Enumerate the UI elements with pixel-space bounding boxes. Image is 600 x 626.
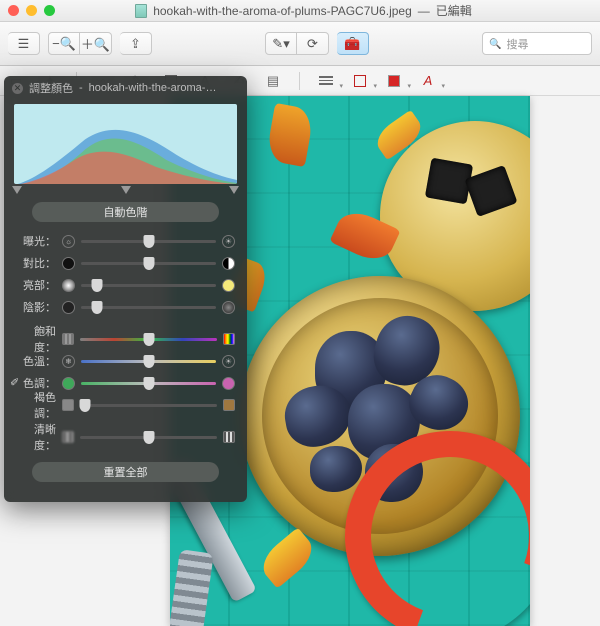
- adjust-color-panel: ✕ 調整顏色 - hookah-with-the-aroma-of-plums-…: [4, 76, 247, 502]
- panel-title-prefix: 調整顏色: [29, 80, 73, 96]
- saturation-high-icon: [223, 333, 235, 345]
- search-placeholder: 搜尋: [506, 36, 528, 52]
- levels-white-point[interactable]: [229, 186, 239, 194]
- window-filename: hookah-with-the-aroma-of-plums-PAGC7U6.j…: [153, 4, 412, 18]
- highlights-low-icon: [62, 279, 75, 292]
- sharpness-low-icon: [62, 431, 74, 443]
- temperature-high-icon: ☀: [222, 355, 235, 368]
- stroke-color-icon: [354, 75, 366, 87]
- document-icon: [135, 4, 147, 18]
- main-toolbar: ☰ −🔍 ＋🔍 ⇪ ✎ ▾ ⟳ 🧰 搜尋: [0, 22, 600, 66]
- exposure-slider-row: 曝光： ☼ ☀: [4, 230, 247, 252]
- text-style-button[interactable]: A: [418, 71, 438, 91]
- contrast-slider[interactable]: [81, 262, 216, 265]
- saturation-slider[interactable]: [80, 338, 217, 341]
- saturation-low-icon: [62, 333, 74, 345]
- pencil-icon: ✎: [272, 36, 283, 52]
- search-icon: [489, 38, 501, 50]
- zoom-in-button[interactable]: ＋🔍: [80, 32, 112, 55]
- fill-color-icon: [388, 75, 400, 87]
- shadows-low-icon: [62, 301, 75, 314]
- auto-levels-button[interactable]: 自動色階: [32, 202, 219, 222]
- tint-low-icon: [62, 377, 75, 390]
- border-color-button[interactable]: [350, 71, 370, 91]
- line-style-button[interactable]: [316, 71, 336, 91]
- highlights-high-icon: [222, 279, 235, 292]
- panel-title-file: hookah-with-the-aroma-of-plums-PAGC7U...: [89, 82, 219, 94]
- temperature-slider-row: 色溫： ❄ ☀: [4, 350, 247, 372]
- histogram: [14, 104, 237, 184]
- sun-bright-icon: ☀: [222, 235, 235, 248]
- sharpness-slider[interactable]: [80, 436, 217, 439]
- fill-color-button[interactable]: [384, 71, 404, 91]
- toolbox-icon: 🧰: [344, 36, 360, 52]
- share-button[interactable]: ⇪: [120, 32, 152, 55]
- saturation-slider-row: 飽和度：: [4, 328, 247, 350]
- highlights-slider-row: 亮部：: [4, 274, 247, 296]
- share-icon: ⇪: [130, 36, 141, 52]
- exposure-slider[interactable]: [81, 240, 216, 243]
- sepia-low-icon: [62, 399, 74, 411]
- shadows-slider[interactable]: [81, 306, 216, 309]
- zoom-window-button[interactable]: [44, 5, 55, 16]
- tint-slider[interactable]: [81, 382, 216, 385]
- sepia-high-icon: [223, 399, 235, 411]
- shadows-high-icon: [222, 301, 235, 314]
- window-edit-status: 已編輯: [436, 2, 472, 19]
- rotate-button[interactable]: ⟳: [297, 32, 329, 55]
- zoom-out-button[interactable]: −🔍: [48, 32, 80, 55]
- window-titlebar: hookah-with-the-aroma-of-plums-PAGC7U6.j…: [0, 0, 600, 22]
- sidebar-toggle-button[interactable]: ☰: [8, 32, 40, 55]
- tint-slider-row: ✐ 色調：: [4, 372, 247, 394]
- contrast-low-icon: [62, 257, 75, 270]
- minimize-window-button[interactable]: [26, 5, 37, 16]
- contrast-slider-row: 對比：: [4, 252, 247, 274]
- close-window-button[interactable]: [8, 5, 19, 16]
- note-tool[interactable]: ▤: [263, 71, 283, 91]
- highlights-slider[interactable]: [81, 284, 216, 287]
- sepia-slider-row: 褐色調：: [4, 394, 247, 416]
- lines-icon: [319, 76, 333, 85]
- close-panel-button[interactable]: ✕: [12, 83, 23, 94]
- zoom-out-icon: −🔍: [52, 36, 76, 52]
- sharpness-slider-row: 清晰度：: [4, 426, 247, 448]
- levels-mid-point[interactable]: [121, 186, 131, 194]
- contrast-high-icon: [222, 257, 235, 270]
- reset-all-button[interactable]: 重置全部: [32, 462, 219, 482]
- highlight-tool-button[interactable]: ✎ ▾: [265, 32, 297, 55]
- search-field[interactable]: 搜尋: [482, 32, 592, 55]
- temperature-slider[interactable]: [81, 360, 216, 363]
- temperature-low-icon: ❄: [62, 355, 75, 368]
- sharpness-high-icon: [223, 431, 235, 443]
- traffic-lights: [8, 5, 55, 16]
- sun-dim-icon: ☼: [62, 235, 75, 248]
- levels-black-point[interactable]: [12, 186, 22, 194]
- sepia-slider[interactable]: [80, 404, 217, 407]
- tint-high-icon: [222, 377, 235, 390]
- rotate-icon: ⟳: [307, 36, 318, 52]
- shadows-slider-row: 陰影：: [4, 296, 247, 318]
- markup-toolbar-button[interactable]: 🧰: [337, 32, 369, 55]
- eyedropper-button[interactable]: ✐: [10, 376, 24, 390]
- zoom-in-icon: ＋🔍: [81, 34, 110, 53]
